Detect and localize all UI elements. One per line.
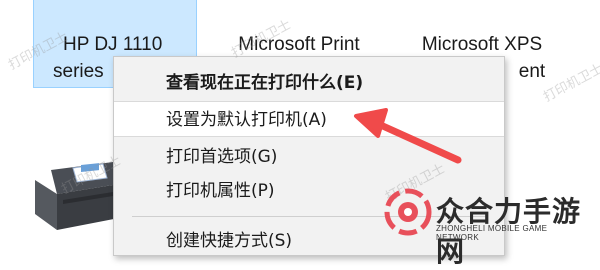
- red-arrow-icon: [354, 108, 462, 164]
- menu-item-see-whats-printing[interactable]: 查看现在正在打印什么(E): [114, 65, 504, 101]
- site-logo: 众合力手游网 ZHONGHELI MOBILE GAME NETWORK: [382, 186, 592, 268]
- site-logo-tagline: ZHONGHELI MOBILE GAME NETWORK: [436, 224, 548, 242]
- printer-name-line1: Microsoft XPS: [421, 34, 543, 55]
- site-logo-icon: [384, 188, 432, 236]
